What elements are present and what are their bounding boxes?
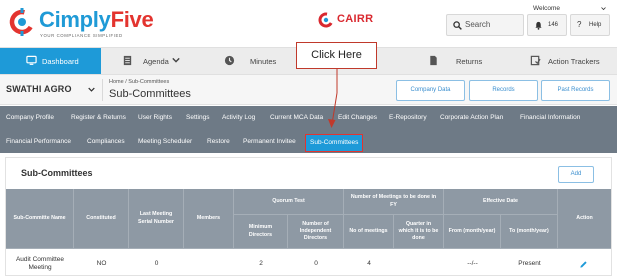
cairr-label: CAIRR (337, 13, 374, 25)
cell-min-directors: 2 (259, 259, 263, 267)
notifications-button[interactable]: 146 (527, 14, 567, 36)
nav-minutes[interactable]: Minutes (214, 48, 304, 74)
col-header-quarter: Quarter in which it is to be done (394, 215, 444, 249)
tab-financial-performance[interactable]: Financial Performance (6, 138, 71, 145)
company-data-button[interactable]: Company Data (396, 80, 465, 101)
sub-committees-table: Sub-Committe Name Constituted Last Meeti… (6, 189, 611, 276)
col-header-members: Members (184, 189, 234, 249)
cell-to: Present (518, 259, 541, 267)
welcome-menu[interactable]: Welcome (533, 5, 560, 12)
tab-current-mca-data[interactable]: Current MCA Data (270, 114, 323, 121)
file-icon (430, 55, 437, 66)
nav-dashboard-label: Dashboard (42, 57, 79, 66)
cimplyfive-logo[interactable]: CimplyFive YOUR COMPLIANCE SIMPLIFIED (8, 6, 168, 40)
chevron-down-icon[interactable] (601, 6, 606, 11)
nav-action-trackers-label: Action Trackers (548, 57, 600, 66)
tab-user-rights[interactable]: User Rights (138, 114, 172, 121)
tab-restore[interactable]: Restore (207, 138, 230, 145)
help-label: Help (589, 22, 602, 28)
divider (102, 79, 103, 101)
brand-name: CimplyFive (39, 7, 154, 32)
cell-no-meetings: 4 (367, 259, 371, 267)
click-here-callout: Click Here (296, 42, 377, 69)
document-icon (123, 55, 132, 66)
nav-action-trackers[interactable]: Action Trackers (520, 48, 617, 74)
nav-returns-label: Returns (456, 57, 483, 66)
search-icon (453, 21, 462, 30)
tab-financial-information[interactable]: Financial Information (520, 114, 580, 121)
sub-committees-card: Sub-Committees Add Sub-Committe Name Con… (5, 157, 612, 276)
brand-tagline: YOUR COMPLIANCE SIMPLIFIED (40, 33, 123, 38)
cell-last-meeting: 0 (154, 259, 159, 267)
col-header-min-directors: Minimum Directors (234, 215, 288, 249)
top-header: CimplyFive YOUR COMPLIANCE SIMPLIFIED CA… (0, 0, 617, 45)
col-header-independent: Number of Independent Directors (288, 215, 344, 249)
cell-name: Audit Committee Meeting (15, 255, 65, 271)
nav-agenda[interactable]: Agenda (110, 48, 200, 74)
cairr-logo-icon (318, 12, 334, 28)
bell-icon (535, 21, 542, 30)
tab-corporate-action-plan[interactable]: Corporate Action Plan (440, 114, 503, 121)
search-label: Search (465, 20, 491, 29)
tab-meeting-scheduler[interactable]: Meeting Scheduler (138, 138, 192, 145)
col-header-no-meetings: No of meetings (344, 215, 394, 249)
col-header-from: From (month/year) (444, 215, 501, 249)
cairr-logo[interactable]: CAIRR (318, 11, 378, 31)
help-button[interactable]: ? Help (570, 14, 610, 36)
cimplyfive-logo-icon (9, 8, 35, 36)
tab-settings[interactable]: Settings (186, 114, 210, 121)
breadcrumb[interactable]: Home / Sub-Committees (109, 79, 169, 85)
tab-compliances[interactable]: Compliances (87, 138, 125, 145)
nav-dashboard[interactable]: Dashboard (0, 48, 101, 74)
callout-arrow (328, 69, 338, 128)
records-button[interactable]: Records (469, 80, 538, 101)
cell-independent: 0 (314, 259, 318, 267)
tab-e-repository[interactable]: E-Repository (389, 114, 427, 121)
company-selector[interactable]: SWATHI AGRO (6, 84, 72, 94)
col-header-last-meeting: Last Meeting Serial Number (129, 189, 184, 249)
nav-agenda-label: Agenda (143, 57, 169, 66)
tab-permanent-invitee[interactable]: Permanent Invitee (243, 138, 296, 145)
chevron-down-icon[interactable] (88, 86, 95, 93)
page-title: Sub-Committees (109, 88, 191, 100)
notifications-count: 146 (548, 22, 559, 28)
col-group-effective: Effective Date (444, 189, 558, 215)
chevron-down-icon (172, 57, 180, 63)
col-group-quorum: Quorum Test (234, 189, 344, 215)
col-header-constituted: Constituted (74, 189, 129, 249)
nav-minutes-label: Minutes (250, 57, 277, 66)
tab-company-profile[interactable]: Company Profile (6, 114, 54, 121)
tab-register-returns[interactable]: Register & Returns (71, 114, 126, 121)
nav-returns[interactable]: Returns (418, 48, 508, 74)
company-sub-navigation: Company Profile Register & Returns User … (0, 106, 617, 153)
cell-constituted: NO (96, 259, 107, 267)
cell-quarter (394, 251, 444, 276)
cell-from: --/-- (467, 259, 478, 267)
cell-members (184, 251, 234, 276)
pencil-icon[interactable] (579, 260, 588, 269)
tab-edit-changes[interactable]: Edit Changes (338, 114, 377, 121)
checklist-icon (530, 55, 541, 66)
company-bar: SWATHI AGRO Home / Sub-Committees Sub-Co… (0, 75, 617, 105)
clock-icon (224, 55, 235, 66)
add-button[interactable]: Add (558, 166, 594, 183)
col-header-action: Action (558, 189, 611, 249)
card-title: Sub-Committees (21, 168, 93, 178)
col-group-meetings: Number of Meetings to be done in FY (344, 189, 444, 215)
tab-sub-committees[interactable]: Sub-Committees (305, 134, 364, 152)
monitor-icon (26, 55, 37, 65)
col-header-name: Sub-Committe Name (6, 189, 74, 249)
col-header-to: To (month/year) (501, 215, 558, 249)
search-button[interactable]: Search (446, 14, 524, 36)
past-records-button[interactable]: Past Records (541, 80, 610, 101)
tab-activity-log[interactable]: Activity Log (222, 114, 255, 121)
question-icon: ? (577, 20, 582, 29)
